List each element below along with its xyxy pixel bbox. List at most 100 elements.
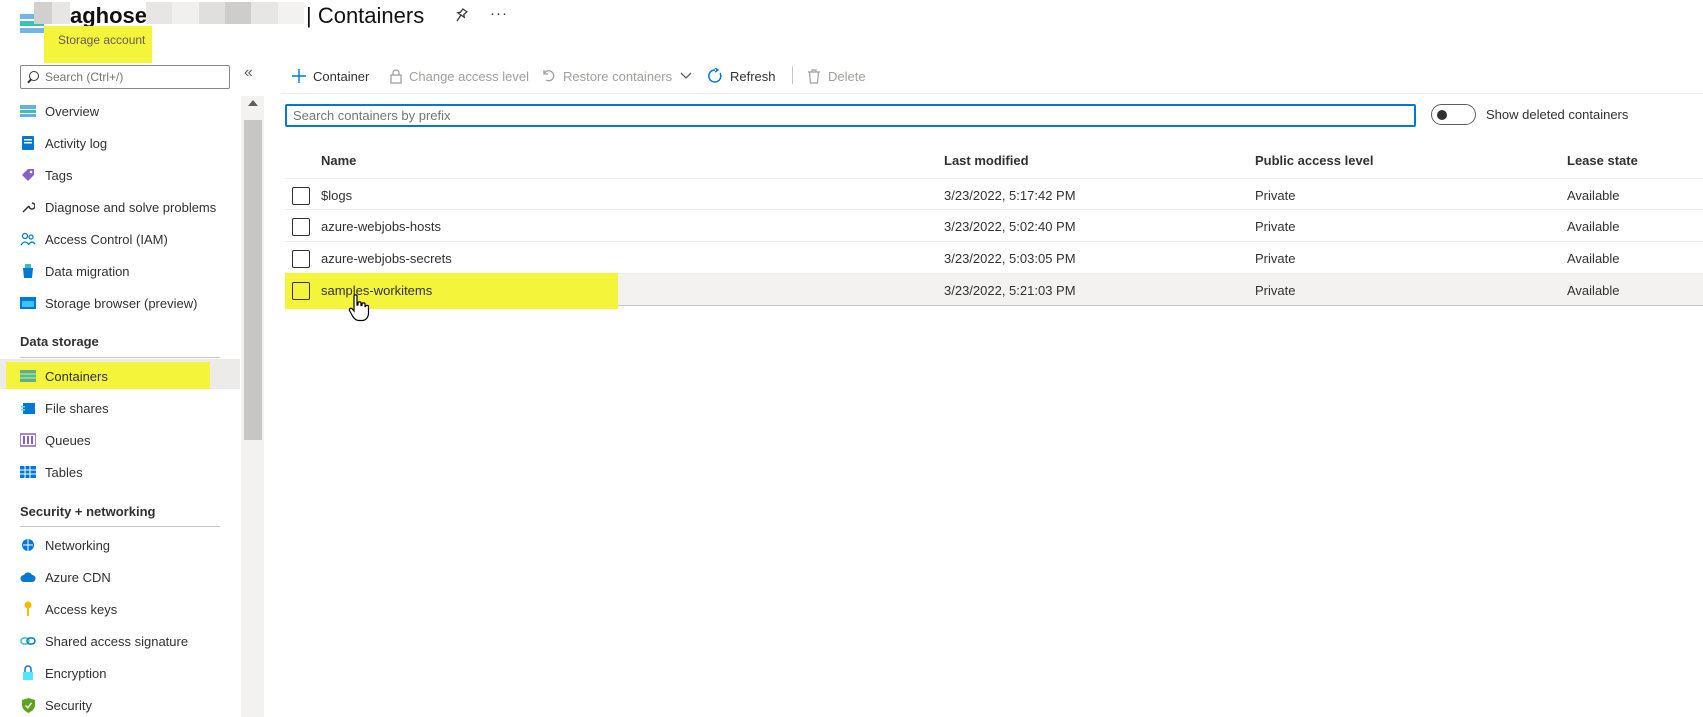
restore-containers-button[interactable]: Restore containers [542, 64, 692, 88]
sidebar-item-overview[interactable]: Overview [20, 97, 240, 125]
sidebar-item-label: Data migration [45, 263, 130, 279]
delete-button[interactable]: Delete [807, 64, 866, 88]
container-name-link[interactable]: samples-workitems [321, 283, 432, 298]
wrench-icon [20, 199, 36, 215]
last-modified-cell: 3/23/2022, 5:17:42 PM [944, 188, 1076, 203]
sidebar-item-label: Networking [45, 537, 111, 553]
networking-icon [20, 537, 36, 553]
last-modified-cell: 3/23/2022, 5:02:40 PM [944, 219, 1076, 234]
lock-icon [20, 665, 36, 681]
collapse-sidebar-icon[interactable]: « [244, 64, 253, 82]
sidebar-item-queues[interactable]: Queues [20, 426, 240, 454]
sidebar-scroll-thumb[interactable] [244, 120, 262, 440]
file-shares-icon [20, 400, 36, 416]
redacted-name-prefix [34, 2, 70, 28]
table-row[interactable]: samples-workitems 3/23/2022, 5:21:03 PM … [285, 274, 1703, 306]
queues-icon [20, 432, 36, 448]
trash-icon [807, 68, 821, 84]
sidebar-item-label: Encryption [45, 665, 107, 681]
plus-icon [292, 69, 306, 83]
sidebar-item-label: Access Control (IAM) [45, 231, 168, 247]
show-deleted-label: Show deleted containers [1486, 107, 1629, 122]
row-checkbox[interactable] [292, 282, 310, 300]
sidebar-item-data-migration[interactable]: Data migration [20, 257, 240, 285]
section-divider [20, 526, 220, 527]
sidebar-item-tags[interactable]: Tags [20, 161, 240, 189]
sidebar-item-file-shares[interactable]: File shares [20, 394, 240, 422]
row-checkbox[interactable] [292, 218, 310, 236]
sidebar-item-label: Azure CDN [45, 569, 111, 585]
toolbar-divider [282, 93, 1703, 94]
sidebar-item-label: Storage browser (preview) [45, 295, 198, 311]
sidebar-item-diagnose[interactable]: Diagnose and solve problems [20, 193, 240, 221]
sidebar-item-encryption[interactable]: Encryption [20, 659, 240, 687]
link-icon [20, 633, 36, 649]
pin-icon[interactable] [454, 8, 468, 25]
people-icon [20, 231, 36, 247]
container-search-box[interactable] [285, 104, 1416, 127]
show-deleted-toggle[interactable] [1431, 104, 1476, 125]
toggle-knob [1437, 110, 1447, 120]
column-header-name[interactable]: Name [321, 153, 356, 168]
container-search-input[interactable] [287, 106, 1414, 125]
refresh-icon [707, 68, 723, 84]
lock-icon [390, 68, 402, 84]
storage-browser-icon [20, 295, 36, 311]
lease-state-cell: Available [1567, 219, 1620, 234]
scroll-up-arrow-icon[interactable] [248, 100, 258, 106]
sidebar-item-label: File shares [45, 400, 109, 416]
table-row[interactable]: $logs 3/23/2022, 5:17:42 PM Private Avai… [285, 178, 1703, 210]
toolbar-separator [792, 66, 793, 84]
sidebar-item-azure-cdn[interactable]: Azure CDN [20, 563, 240, 591]
sidebar-item-label: Queues [45, 432, 91, 448]
page-title: | Containers [306, 3, 425, 28]
search-icon [27, 71, 39, 83]
overview-icon [20, 103, 36, 119]
containers-icon [20, 368, 36, 384]
change-access-level-button[interactable]: Change access level [390, 64, 529, 88]
row-checkbox[interactable] [292, 250, 310, 268]
row-checkbox[interactable] [292, 187, 310, 205]
column-header-last-modified[interactable]: Last modified [944, 153, 1029, 168]
page-subtitle: Storage account [58, 33, 146, 47]
chevron-down-icon[interactable] [680, 72, 692, 80]
sidebar-item-storage-browser[interactable]: Storage browser (preview) [20, 289, 240, 317]
sidebar-item-label: Containers [45, 368, 108, 384]
ellipsis-icon[interactable]: ··· [490, 5, 508, 22]
sidebar-search-input[interactable] [45, 70, 215, 84]
lease-state-cell: Available [1567, 188, 1620, 203]
undo-icon [542, 69, 556, 83]
sidebar-item-label: Activity log [45, 135, 108, 151]
access-level-cell: Private [1255, 219, 1296, 234]
add-container-button[interactable]: Container [292, 64, 369, 88]
sidebar-item-iam[interactable]: Access Control (IAM) [20, 225, 240, 253]
sidebar-item-networking[interactable]: Networking [20, 531, 240, 559]
table-row[interactable]: azure-webjobs-hosts 3/23/2022, 5:02:40 P… [285, 210, 1703, 242]
hand-cursor-icon [348, 294, 370, 325]
sidebar-item-sas[interactable]: Shared access signature [20, 627, 240, 655]
add-container-label: Container [313, 68, 370, 84]
sidebar-item-activity-log[interactable]: Activity log [20, 129, 240, 157]
sidebar-search-box[interactable] [20, 65, 230, 89]
container-name-link[interactable]: azure-webjobs-secrets [321, 251, 452, 266]
column-header-lease-state[interactable]: Lease state [1567, 153, 1638, 168]
sidebar-item-tables[interactable]: Tables [20, 458, 240, 486]
sidebar-item-label: Security [45, 697, 92, 713]
access-level-cell: Private [1255, 283, 1296, 298]
container-name-link[interactable]: azure-webjobs-hosts [321, 219, 441, 234]
restore-containers-label: Restore containers [563, 68, 673, 84]
section-data-storage: Data storage [20, 334, 99, 349]
lease-state-cell: Available [1567, 283, 1620, 298]
sidebar-item-label: Tables [45, 464, 83, 480]
last-modified-cell: 3/23/2022, 5:21:03 PM [944, 283, 1076, 298]
table-row[interactable]: azure-webjobs-secrets 3/23/2022, 5:03:05… [285, 242, 1703, 274]
column-header-public-access[interactable]: Public access level [1255, 153, 1374, 168]
refresh-label: Refresh [730, 68, 776, 84]
redacted-name-suffix [146, 2, 304, 24]
sidebar-item-containers[interactable]: Containers [20, 362, 240, 390]
sidebar-item-label: Diagnose and solve problems [45, 199, 217, 215]
sidebar-item-access-keys[interactable]: Access keys [20, 595, 240, 623]
refresh-button[interactable]: Refresh [707, 64, 776, 88]
container-name-link[interactable]: $logs [321, 188, 352, 203]
sidebar-item-security[interactable]: Security [20, 691, 240, 717]
